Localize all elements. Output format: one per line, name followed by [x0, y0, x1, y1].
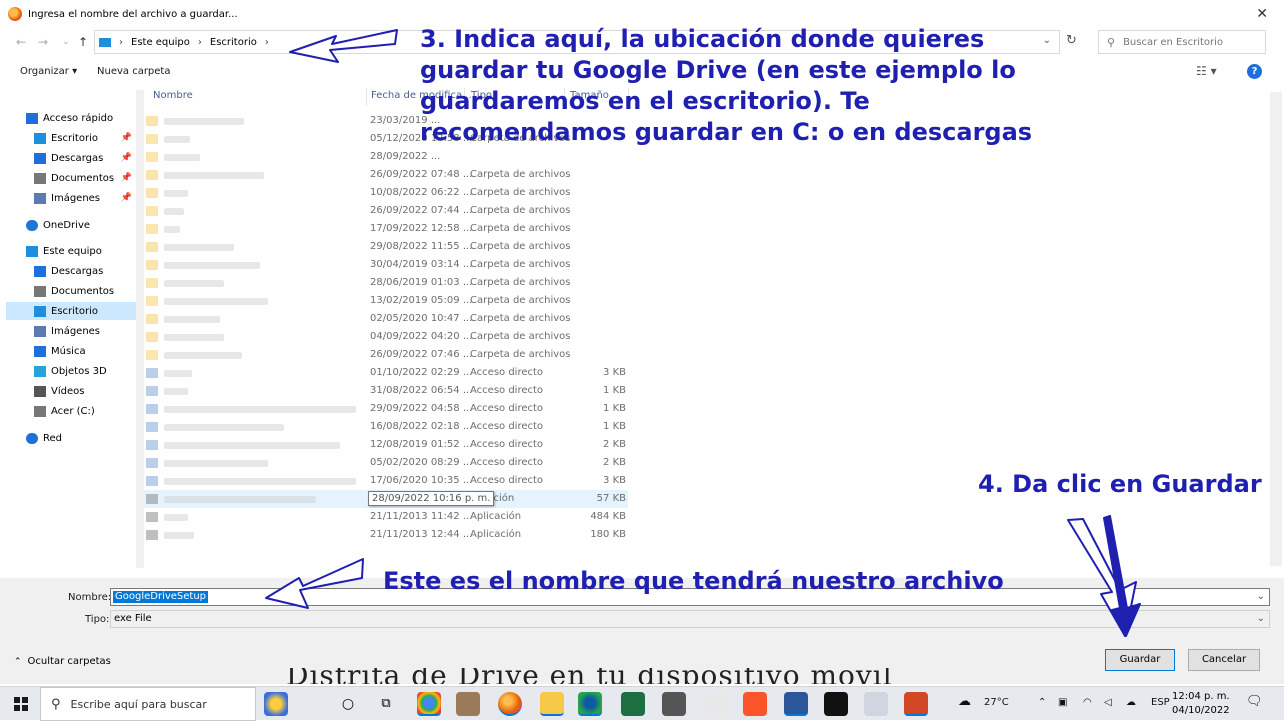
app-icon[interactable]: [705, 692, 729, 716]
firefox-icon[interactable]: [498, 692, 522, 716]
news-widget-icon[interactable]: [264, 692, 288, 716]
search-icon: ⚲: [51, 696, 61, 712]
language-indicator[interactable]: ESP: [1151, 697, 1170, 708]
taskbar-search-placeholder: Escribe aquí para buscar: [70, 697, 207, 711]
volume-icon[interactable]: ◁: [1104, 697, 1112, 708]
word-icon[interactable]: [784, 692, 808, 716]
meet-icon[interactable]: ▣: [1058, 697, 1067, 708]
notifications-icon[interactable]: 🗨: [1246, 694, 1263, 709]
powerpoint-icon[interactable]: [904, 692, 928, 716]
taskbar: ⚲ Escribe aquí para buscar ○ ⧉ ☁ 27°C ⌃ …: [0, 686, 1284, 721]
chrome-icon[interactable]: [417, 692, 441, 716]
clock-time: 12:04 p. m.: [1172, 691, 1230, 702]
app-icon[interactable]: [662, 692, 686, 716]
brave-icon[interactable]: [743, 692, 767, 716]
annotation-arrows: [265, 29, 1141, 637]
onedrive-icon[interactable]: ☁: [1126, 697, 1136, 708]
wifi-icon[interactable]: ◠: [1083, 697, 1092, 708]
edge-icon[interactable]: [578, 692, 602, 716]
file-explorer-icon[interactable]: [540, 692, 564, 716]
clock[interactable]: 12:04 p. m. 04/10/2022: [1172, 690, 1230, 718]
excel-icon[interactable]: [621, 692, 645, 716]
clock-date: 04/10/2022: [1172, 705, 1230, 716]
arrow-to-address-bar: [289, 29, 398, 63]
terminal-icon[interactable]: [824, 692, 848, 716]
weather-temperature[interactable]: 27°C: [984, 697, 1009, 708]
chevron-up-icon[interactable]: ⌃: [1038, 697, 1046, 708]
app-icon[interactable]: [864, 692, 888, 716]
windows-start-icon[interactable]: [14, 697, 28, 711]
weather-icon[interactable]: ☁: [958, 694, 971, 709]
app-icon[interactable]: [456, 692, 480, 716]
task-view-icon[interactable]: ⧉: [374, 692, 398, 716]
arrow-to-filename: [265, 558, 364, 609]
cortana-icon[interactable]: ○: [336, 692, 360, 716]
taskbar-search-input[interactable]: ⚲ Escribe aquí para buscar: [40, 687, 256, 721]
